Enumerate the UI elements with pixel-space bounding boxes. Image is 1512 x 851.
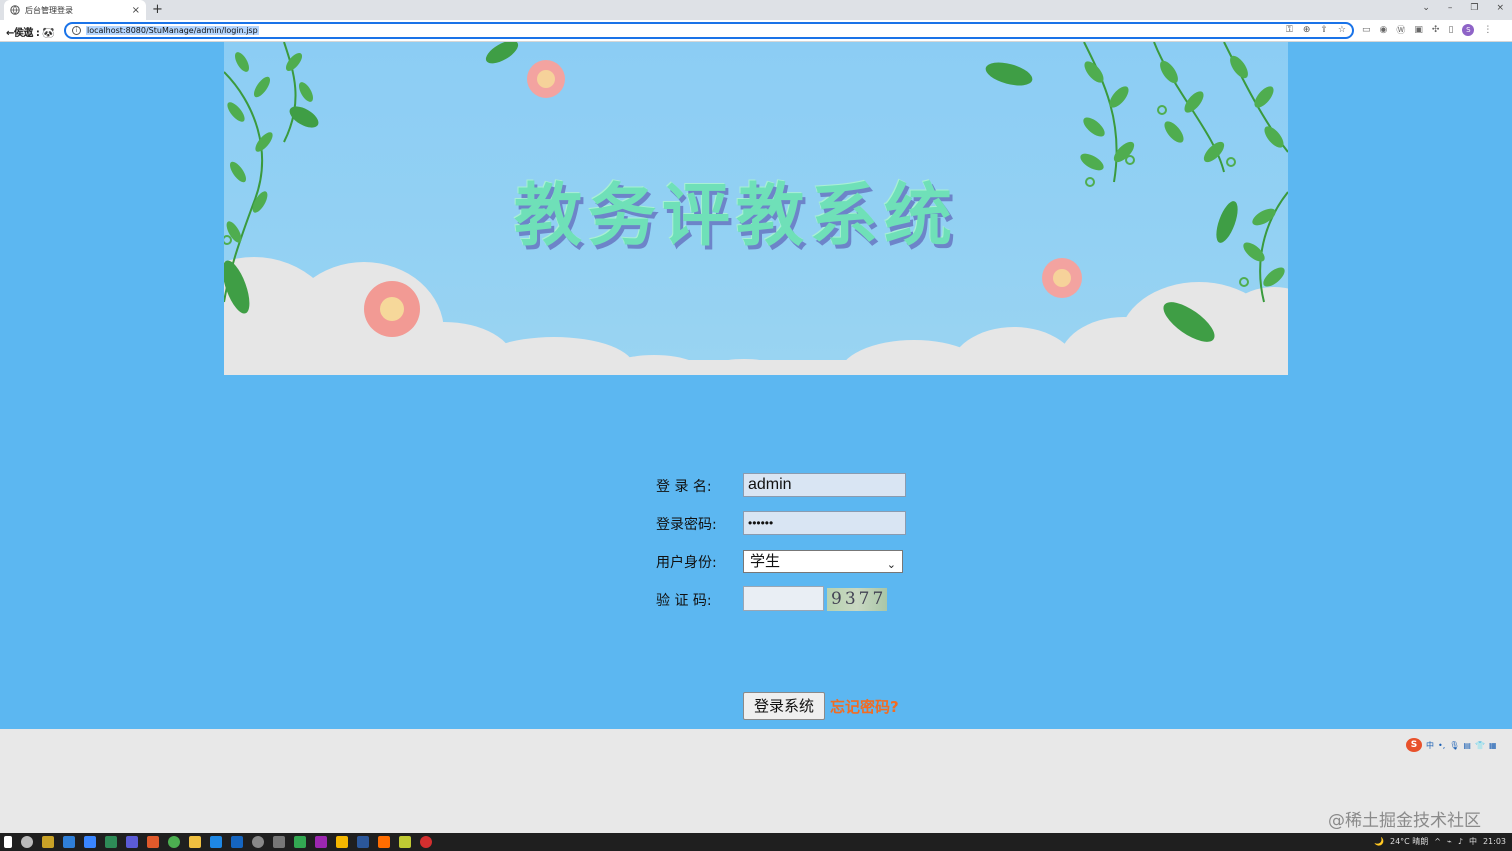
restore-button[interactable]: ❐ [1470, 3, 1478, 13]
chevron-down-icon: ⌄ [886, 558, 896, 571]
role-label: 用户身份: [656, 555, 717, 571]
watermark: @稀土掘金技术社区 [1328, 811, 1481, 831]
app-icon[interactable] [420, 836, 432, 848]
url-text[interactable]: localhost:8080/StuManage/admin/login.jsp [86, 26, 259, 35]
app-icon[interactable] [273, 836, 285, 848]
app-icon[interactable] [210, 836, 222, 848]
bookmark-star-icon[interactable]: ☆ [1338, 25, 1346, 35]
captcha-image[interactable]: 9377 [827, 588, 887, 611]
forgot-password-link[interactable]: 忘记密码? [830, 696, 899, 717]
browser-tab[interactable]: 后台管理登录 × [4, 0, 146, 20]
banner: 教务评教系统 [224, 42, 1288, 375]
tab-title: 后台管理登录 [25, 5, 73, 15]
app-icon[interactable] [84, 836, 96, 848]
password-label: 登录密码: [656, 517, 717, 533]
taskbar-apps [4, 836, 432, 848]
profile-avatar-icon[interactable]: S [1462, 23, 1475, 36]
tray-expand-icon[interactable]: ^ [1434, 837, 1441, 846]
extension-icons: ▭ ◉ Ⓦ ▣ ✣ ▯ S ⋮ [1362, 23, 1492, 36]
sogou-logo-icon[interactable]: S [1406, 738, 1422, 752]
extension-w-icon[interactable]: Ⓦ [1396, 23, 1405, 36]
weather-text[interactable]: 24°C 晴朗 [1390, 836, 1428, 847]
banner-title: 教务评教系统 [513, 177, 958, 256]
browser-tabstrip: 后台管理登录 × + ⌄ – ❐ × [0, 0, 1512, 20]
role-select[interactable]: 学生 ⌄ [743, 550, 903, 573]
punctuation-icon[interactable]: •, [1438, 741, 1445, 750]
key-icon[interactable]: ⚿ [1286, 25, 1293, 35]
keyboard-icon[interactable]: ▤ [1463, 741, 1471, 750]
screenshot-icon[interactable]: ◉ [1380, 25, 1388, 35]
flower-left [364, 281, 420, 337]
role-select-value: 学生 [750, 552, 781, 570]
skin-icon[interactable]: 👕 [1475, 741, 1485, 750]
new-tab-button[interactable]: + [152, 2, 163, 17]
app-icon[interactable] [315, 836, 327, 848]
browser-toolbar: ←侯遨 : 🐼 i localhost:8080/StuManage/admin… [0, 20, 1512, 42]
username-input[interactable]: admin [743, 473, 906, 497]
app-icon[interactable] [105, 836, 117, 848]
tray-ime-indicator[interactable]: 中 [1469, 836, 1477, 847]
flower-top [527, 60, 565, 98]
menu-kebab-icon[interactable]: ⋮ [1483, 25, 1492, 35]
puzzle-icon[interactable]: ✣ [1432, 25, 1440, 35]
tab-close-icon[interactable]: × [132, 5, 140, 16]
clock[interactable]: 21:03 [1483, 837, 1506, 846]
app-icon[interactable] [147, 836, 159, 848]
search-icon[interactable] [21, 836, 33, 848]
app-icon[interactable] [42, 836, 54, 848]
word-icon[interactable] [357, 836, 369, 848]
app-icon[interactable] [252, 836, 264, 848]
login-page: 教务评教系统 登 录 名: admin 登录密码: •••••• 用户身份: 学… [0, 42, 1512, 752]
app-icon[interactable] [231, 836, 243, 848]
toolbox-icon[interactable]: ▦ [1489, 741, 1497, 750]
network-icon[interactable]: ⌁ [1447, 837, 1452, 846]
ime-toolbar: S 中 •, 🎙 ▤ 👕 ▦ [1406, 738, 1497, 752]
start-icon[interactable] [4, 836, 12, 848]
login-button[interactable]: 登录系统 [743, 692, 825, 720]
microphone-icon[interactable]: 🎙 [1449, 741, 1459, 750]
chrome-icon[interactable] [168, 836, 180, 848]
cast-icon[interactable]: ▭ [1362, 25, 1371, 35]
flower-right [1042, 258, 1082, 298]
windows-taskbar: 🌙 24°C 晴朗 ^ ⌁ ♪ 中 21:03 [0, 833, 1512, 851]
sidepanel-icon[interactable]: ▯ [1448, 25, 1453, 35]
volume-icon[interactable]: ♪ [1458, 837, 1463, 846]
captcha-label: 验 证 码: [656, 593, 712, 609]
site-info-icon[interactable]: i [72, 26, 81, 35]
address-bar[interactable]: i localhost:8080/StuManage/admin/login.j… [64, 22, 1354, 39]
window-controls: ⌄ – ❐ × [1422, 3, 1504, 13]
username-label: 登 录 名: [656, 479, 712, 495]
captcha-input[interactable] [743, 586, 824, 611]
close-window-button[interactable]: × [1496, 3, 1504, 13]
app-icon[interactable] [399, 836, 411, 848]
app-icon[interactable] [378, 836, 390, 848]
zoom-icon[interactable]: ⊕ [1303, 25, 1311, 35]
app-icon[interactable] [336, 836, 348, 848]
omnibox-actions: ⚿ ⊕ ⇪ ☆ [1286, 25, 1346, 35]
folder-icon[interactable] [189, 836, 201, 848]
system-tray: 🌙 24°C 晴朗 ^ ⌁ ♪ 中 21:03 [1374, 836, 1506, 847]
minimize-button[interactable]: – [1448, 3, 1453, 13]
tab-search-icon[interactable]: ⌄ [1422, 3, 1430, 13]
app-icon[interactable] [126, 836, 138, 848]
weather-icon[interactable]: 🌙 [1374, 837, 1384, 846]
ime-lang-indicator[interactable]: 中 [1426, 740, 1434, 751]
globe-icon [10, 5, 20, 15]
password-input[interactable]: •••••• [743, 511, 906, 535]
app-icon[interactable] [294, 836, 306, 848]
app-icon[interactable] [63, 836, 75, 848]
back-button[interactable]: ←侯遨 : 🐼 [6, 24, 55, 39]
image-icon[interactable]: ▣ [1414, 25, 1423, 35]
share-icon[interactable]: ⇪ [1320, 25, 1328, 35]
